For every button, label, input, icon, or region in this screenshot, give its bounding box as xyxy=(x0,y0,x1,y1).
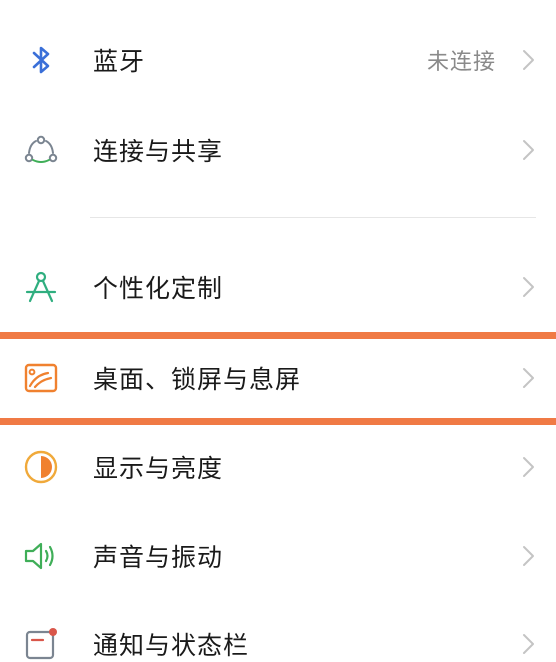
chevron-right-icon xyxy=(518,453,538,481)
highlight-bar-bottom xyxy=(0,418,556,425)
settings-item-label: 连接与共享 xyxy=(93,137,224,166)
brightness-icon xyxy=(22,448,60,486)
connection-share-icon xyxy=(22,131,60,169)
bluetooth-icon xyxy=(22,41,60,79)
speaker-icon xyxy=(22,537,60,575)
compass-icon xyxy=(22,268,60,306)
settings-item-notification-statusbar[interactable]: 通知与状态栏 xyxy=(0,604,556,662)
settings-item-label: 声音与振动 xyxy=(93,543,224,572)
chevron-right-icon xyxy=(518,630,538,658)
settings-item-label: 蓝牙 xyxy=(93,47,146,76)
notification-icon xyxy=(22,625,60,662)
settings-item-label: 桌面、锁屏与息屏 xyxy=(93,365,302,394)
settings-item-connect-share[interactable]: 连接与共享 xyxy=(0,110,556,190)
settings-item-desktop-lockscreen[interactable]: 桌面、锁屏与息屏 xyxy=(0,338,556,418)
settings-item-label: 个性化定制 xyxy=(93,274,224,303)
chevron-right-icon xyxy=(518,46,538,74)
settings-item-personalization[interactable]: 个性化定制 xyxy=(0,247,556,327)
settings-screen: 蓝牙 未连接 连接与共享 个性化定制 桌面、锁屏与息屏 显示与亮度 声音与振动 … xyxy=(0,0,556,662)
settings-item-bluetooth[interactable]: 蓝牙 未连接 xyxy=(0,20,556,100)
bluetooth-status: 未连接 xyxy=(426,50,496,75)
wallpaper-icon xyxy=(22,359,60,397)
chevron-right-icon xyxy=(518,136,538,164)
settings-item-display-brightness[interactable]: 显示与亮度 xyxy=(0,427,556,507)
settings-item-sound-vibration[interactable]: 声音与振动 xyxy=(0,516,556,596)
chevron-right-icon xyxy=(518,542,538,570)
settings-item-label: 通知与状态栏 xyxy=(93,631,250,660)
chevron-right-icon xyxy=(518,273,538,301)
settings-item-label: 显示与亮度 xyxy=(93,454,224,483)
section-divider xyxy=(90,217,536,218)
chevron-right-icon xyxy=(518,364,538,392)
